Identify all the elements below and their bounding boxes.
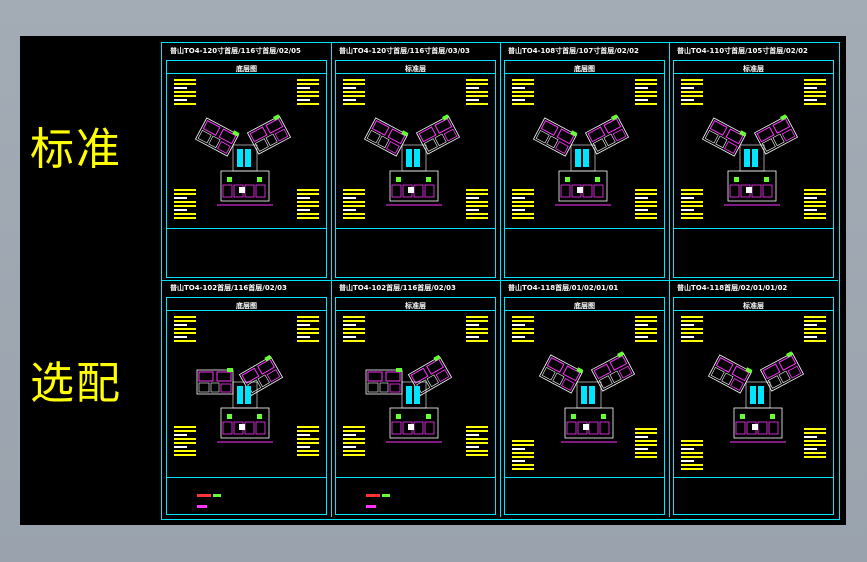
floor-plan-icon <box>194 114 292 206</box>
subtitle-divider <box>336 310 495 311</box>
notes-block-bottom-right <box>635 428 657 460</box>
footer-divider <box>674 477 833 478</box>
sheet-inner-frame: 标准层 <box>673 297 834 515</box>
sheet-standard-1[interactable]: 普山TO4-120寸首层/116寸首层/02/05 底层图 <box>162 43 332 281</box>
notes-block-bottom-right <box>804 428 826 460</box>
section-marker <box>366 494 380 497</box>
notes-block-bottom-right <box>466 189 488 221</box>
notes-block-bottom-left <box>681 440 703 472</box>
sheet-inner-frame: 底层图 <box>504 297 665 515</box>
notes-block-bottom-right <box>297 189 319 221</box>
sheet-optional-3[interactable]: 普山TO4-118首层/01/02/01/01 底层图 <box>500 280 670 517</box>
footer-divider <box>505 477 664 478</box>
sheet-title: 普山TO4-110寸首层/105寸首层/02/02 <box>677 47 808 55</box>
sheet-inner-frame: 标准层 <box>673 60 834 278</box>
footer-divider <box>505 228 664 229</box>
row-label-standard: 标准 <box>30 124 122 175</box>
drawing-sheet-frame: 普山TO4-120寸首层/116寸首层/02/05 底层图 普山TO4-120寸… <box>161 42 840 520</box>
sheet-standard-2[interactable]: 普山TO4-120寸首层/116寸首层/03/03 标准层 <box>331 43 501 281</box>
sheet-optional-4[interactable]: 普山TO4-118首层/02/01/01/02 标准层 <box>669 280 838 517</box>
notes-block-bottom-left <box>512 440 534 472</box>
sheet-standard-3[interactable]: 普山TO4-108寸首层/107寸首层/02/02 底层图 <box>500 43 670 281</box>
notes-block-bottom-right <box>297 426 319 458</box>
sheet-optional-1[interactable]: 普山TO4-102首层/116首层/02/03 底层图 <box>162 280 332 517</box>
section-marker <box>382 494 390 497</box>
row-label-optional: 选配 <box>30 358 122 409</box>
floor-plan-icon <box>532 114 630 206</box>
notes-block-bottom-left <box>681 189 703 221</box>
footer-divider <box>167 228 326 229</box>
floor-plan-icon <box>707 351 805 443</box>
notes-block-bottom-left <box>174 426 196 458</box>
floor-plan-icon <box>538 351 636 443</box>
footer-divider <box>674 228 833 229</box>
sheet-title: 普山TO4-102首层/116首层/02/03 <box>170 284 287 292</box>
notes-block-bottom-left <box>512 189 534 221</box>
footer-divider <box>167 477 326 478</box>
sheet-title: 普山TO4-120寸首层/116寸首层/03/03 <box>339 47 470 55</box>
notes-block-bottom-right <box>804 189 826 221</box>
floor-plan-icon <box>363 114 461 206</box>
sheet-inner-frame: 标准层 <box>335 60 496 278</box>
notes-block-bottom-left <box>174 189 196 221</box>
notes-block-bottom-right <box>635 189 657 221</box>
section-marker <box>197 505 207 508</box>
floor-plan-icon <box>701 114 799 206</box>
floor-plan-icon <box>196 354 284 443</box>
subtitle-divider <box>505 73 664 74</box>
section-marker <box>213 494 221 497</box>
section-marker <box>366 505 376 508</box>
sheet-title: 普山TO4-118首层/02/01/01/02 <box>677 284 788 292</box>
subtitle-divider <box>167 73 326 74</box>
subtitle-divider <box>674 73 833 74</box>
sheet-title: 普山TO4-118首层/01/02/01/01 <box>508 284 619 292</box>
footer-divider <box>336 228 495 229</box>
sheet-inner-frame: 底层图 <box>166 297 327 515</box>
sheet-title: 普山TO4-120寸首层/116寸首层/02/05 <box>170 47 301 55</box>
sheet-title: 普山TO4-102首层/116首层/02/03 <box>339 284 456 292</box>
sheet-inner-frame: 底层图 <box>504 60 665 278</box>
sheet-optional-2[interactable]: 普山TO4-102首层/116首层/02/03 标准层 <box>331 280 501 517</box>
sheet-inner-frame: 标准层 <box>335 297 496 515</box>
subtitle-divider <box>167 310 326 311</box>
notes-block-bottom-left <box>343 426 365 458</box>
floor-plan-icon <box>365 354 453 443</box>
subtitle-divider <box>336 73 495 74</box>
sheet-inner-frame: 底层图 <box>166 60 327 278</box>
subtitle-divider <box>505 310 664 311</box>
sheet-title: 普山TO4-108寸首层/107寸首层/02/02 <box>508 47 639 55</box>
section-marker <box>197 494 211 497</box>
notes-block-bottom-right <box>466 426 488 458</box>
cad-model-viewport[interactable]: 标准 选配 普山TO4-120寸首层/116寸首层/02/05 底层图 普山TO… <box>20 36 846 525</box>
footer-divider <box>336 477 495 478</box>
sheet-standard-4[interactable]: 普山TO4-110寸首层/105寸首层/02/02 标准层 <box>669 43 838 281</box>
notes-block-bottom-left <box>343 189 365 221</box>
subtitle-divider <box>674 310 833 311</box>
